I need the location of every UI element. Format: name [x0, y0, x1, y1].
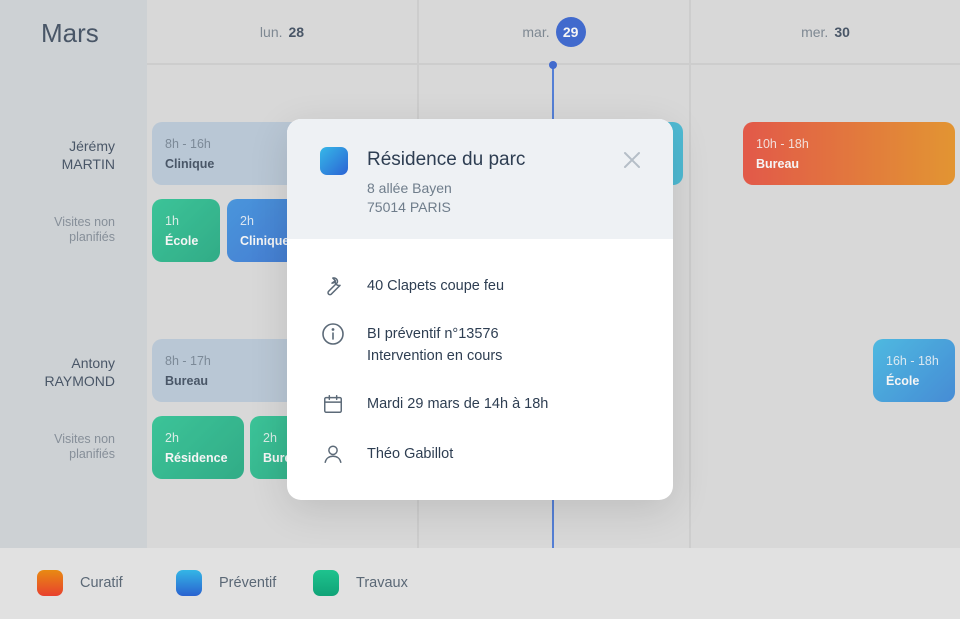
legend-bar: Curatif Préventif Travaux: [0, 548, 960, 619]
legend-label: Curatif: [80, 575, 123, 591]
equipment-row: 40 Clapets coupe feu: [320, 273, 504, 299]
intervention-status: Intervention en cours: [367, 348, 503, 364]
address-line: 8 allée Bayen: [367, 180, 452, 196]
technician-row: Théo Gabillot: [320, 441, 453, 467]
calendar-icon: [320, 391, 346, 417]
popup-address: 8 allée Bayen 75014 PARIS: [367, 179, 452, 217]
intervention-text: BI préventif n°13576 Intervention en cou…: [367, 321, 502, 367]
wrench-icon: [320, 273, 346, 299]
legend-swatch: [37, 570, 63, 596]
event-type-swatch: [320, 147, 348, 175]
date-text: Mardi 29 mars de 14h à 18h: [367, 396, 549, 412]
popup-header: Résidence du parc 8 allée Bayen 75014 PA…: [287, 119, 673, 239]
intervention-id: BI préventif n°13576: [367, 326, 499, 342]
event-detail-popup: Résidence du parc 8 allée Bayen 75014 PA…: [287, 119, 673, 500]
close-icon[interactable]: [623, 151, 641, 169]
legend-label: Travaux: [356, 575, 408, 591]
equipment-text: 40 Clapets coupe feu: [367, 278, 505, 294]
info-icon: [320, 321, 346, 347]
legend-label: Préventif: [219, 575, 277, 591]
legend-item-curatif[interactable]: Curatif: [37, 570, 123, 596]
legend-swatch: [176, 570, 202, 596]
legend-item-travaux[interactable]: Travaux: [313, 570, 408, 596]
address-line: 75014 PARIS: [367, 199, 451, 215]
technician-text: Théo Gabillot: [367, 446, 454, 462]
popup-title: Résidence du parc: [367, 149, 526, 170]
legend-item-preventif[interactable]: Préventif: [176, 570, 276, 596]
user-icon: [320, 441, 346, 467]
legend-swatch: [313, 570, 339, 596]
date-row: Mardi 29 mars de 14h à 18h: [320, 391, 548, 417]
intervention-row: BI préventif n°13576 Intervention en cou…: [320, 321, 502, 367]
